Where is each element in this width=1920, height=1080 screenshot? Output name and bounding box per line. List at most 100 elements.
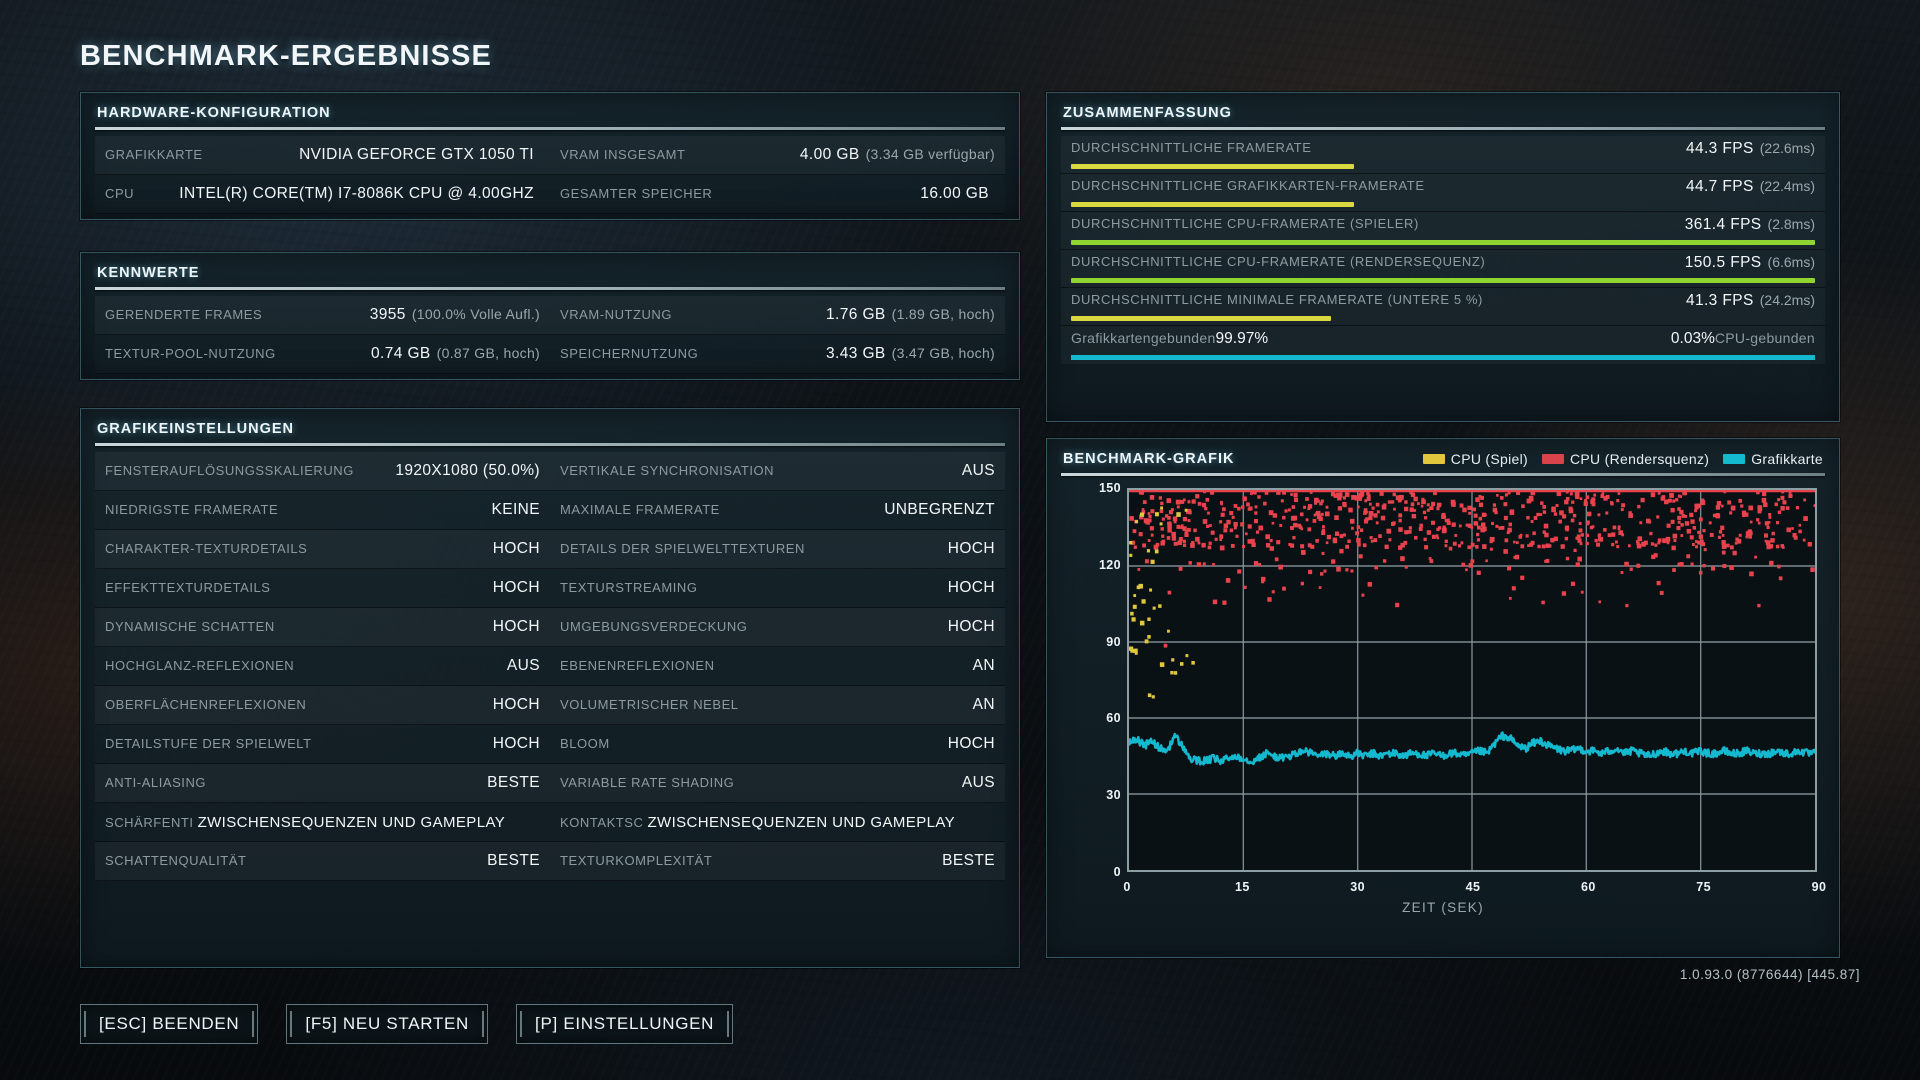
metrics-panel-title: KENNWERTE bbox=[97, 265, 200, 281]
settings-row[interactable]: CHARAKTER-TEXTURDETAILS HOCH DETAILS DER S… bbox=[95, 530, 1005, 569]
summary-row: DURCHSCHNITTLICHE CPU-FRAMERATE (RENDERS… bbox=[1061, 250, 1825, 288]
setting-label: BLOOM bbox=[560, 736, 610, 751]
x-tick-label: 45 bbox=[1465, 880, 1481, 894]
row-value: 4.00 GB bbox=[799, 146, 860, 163]
setting-value: BESTE bbox=[942, 852, 995, 869]
setting-label: DETAILSTUFE DER SPIELWELT bbox=[105, 736, 312, 751]
row-value: NVIDIA GEFORCE GTX 1050 TI bbox=[299, 146, 534, 163]
summary-fps-value: 44.3 FPS bbox=[1685, 140, 1754, 157]
summary-label: DURCHSCHNITTLICHE MINIMALE FRAMERATE (UN… bbox=[1071, 292, 1483, 307]
legend-item: Grafikkarte bbox=[1723, 451, 1823, 467]
row-subvalue: (3.34 GB verfügbar) bbox=[865, 146, 995, 162]
summary-label: DURCHSCHNITTLICHE FRAMERATE bbox=[1071, 140, 1312, 155]
setting-value: AUS bbox=[961, 462, 995, 479]
summary-frametime: (2.8ms) bbox=[1767, 216, 1815, 232]
metrics-rows: GERENDERTE FRAMES 3955 (100.0% Volle Aufl.… bbox=[95, 296, 1005, 374]
x-tick-label: 0 bbox=[1123, 880, 1131, 894]
setting-label: DETAILS DER SPIELWELTTEXTUREN bbox=[560, 541, 805, 556]
settings-row[interactable]: SCHATTENQUALITÄT BESTE TEXTURKOMPLEXITÄT BE… bbox=[95, 842, 1005, 881]
summary-frametime: (24.2ms) bbox=[1759, 292, 1815, 308]
setting-value: HOCH bbox=[492, 618, 540, 635]
settings-row[interactable]: NIEDRIGSTE FRAMERATE KEINE MAXIMALE FRAMER… bbox=[95, 491, 1005, 530]
row-label: GERENDERTE FRAMES bbox=[105, 307, 263, 322]
footer-button-3[interactable]: [P] EINSTELLUNGEN bbox=[516, 1004, 734, 1044]
summary-value-wrap: 44.7 FPS (22.4ms) bbox=[1686, 178, 1815, 196]
x-axis-label: ZEIT (SEK) bbox=[1402, 900, 1484, 915]
row-subvalue: (0.87 GB, hoch) bbox=[436, 345, 540, 361]
summary-bar bbox=[1071, 316, 1332, 321]
settings-row[interactable]: SCHÄRFENTI ZWISCHENSEQUENZEN UND GAMEPLAY… bbox=[95, 803, 1005, 842]
benchmark-graph-panel: BENCHMARK-GRAFIK CPU (Spiel) CPU (Renders… bbox=[1046, 438, 1840, 958]
setting-label: TEXTURKOMPLEXITÄT bbox=[560, 853, 713, 868]
cpu-bound-label: CPU-gebunden bbox=[1714, 330, 1815, 346]
settings-row[interactable]: FENSTERAUFLÖSUNGSSKALIERUNG 1920X1080 (50… bbox=[95, 452, 1005, 491]
setting-label: SCHÄRFENTI bbox=[105, 814, 194, 830]
setting-label: UMGEBUNGSVERDECKUNG bbox=[560, 619, 748, 634]
setting-value: BESTE bbox=[487, 852, 540, 869]
settings-row[interactable]: DETAILSTUFE DER SPIELWELT HOCH BLOOM HOCH bbox=[95, 725, 1005, 764]
table-row: GERENDERTE FRAMES 3955 (100.0% Volle Aufl.… bbox=[95, 296, 1005, 335]
setting-value: 1920X1080 (50.0%) bbox=[395, 462, 540, 479]
y-tick-label: 90 bbox=[1106, 634, 1121, 649]
summary-value-wrap: 41.3 FPS (24.2ms) bbox=[1686, 292, 1815, 310]
y-tick-label: 0 bbox=[1113, 865, 1121, 879]
chart-plot-area: FRAMERATE (FPS) 0306090120150 0153045607… bbox=[1061, 481, 1827, 930]
row-value: INTEL(R) CORE(TM) I7-8086K CPU @ 4.00GHZ bbox=[179, 185, 534, 202]
x-tick-label: 90 bbox=[1811, 880, 1827, 894]
summary-fps-value: 44.7 FPS bbox=[1685, 178, 1754, 195]
row-value: 3.43 GB bbox=[826, 345, 886, 362]
row-label: GESAMTER SPEICHER bbox=[560, 186, 713, 201]
setting-label: TEXTURSTREAMING bbox=[560, 580, 698, 595]
footer-button-2[interactable]: [F5] NEU STARTEN bbox=[286, 1004, 489, 1044]
hardware-panel-title: HARDWARE-KONFIGURATION bbox=[97, 105, 331, 121]
graphics-settings-panel: GRAFIKEINSTELLUNGEN FENSTERAUFLÖSUNGSSKA… bbox=[80, 408, 1020, 968]
setting-label: MAXIMALE FRAMERATE bbox=[560, 502, 720, 517]
settings-row[interactable]: EFFEKTTEXTURDETAILS HOCH TEXTURSTREAMING HO… bbox=[95, 569, 1005, 608]
table-row: GRAFIKKARTE NVIDIA GEFORCE GTX 1050 TI VRA… bbox=[95, 136, 1005, 175]
row-value: 16.00 GB bbox=[920, 185, 989, 202]
version-string: 1.0.93.0 (8776644) [445.87] bbox=[1679, 967, 1860, 982]
setting-label: KONTAKTSC bbox=[560, 814, 644, 830]
settings-row[interactable]: DYNAMISCHE SCHATTEN HOCH UMGEBUNGSVERDECKU… bbox=[95, 608, 1005, 647]
summary-value-wrap: 361.4 FPS (2.8ms) bbox=[1685, 216, 1815, 234]
y-tick-label: 60 bbox=[1106, 711, 1121, 726]
chart-svg bbox=[1127, 489, 1817, 870]
x-tick-label: 60 bbox=[1580, 880, 1596, 894]
gpu-bound-label: Grafikkartengebunden bbox=[1071, 330, 1216, 346]
setting-label: SCHATTENQUALITÄT bbox=[105, 853, 247, 868]
panel-divider bbox=[95, 287, 1005, 290]
setting-value: AN bbox=[972, 696, 995, 713]
footer-button-1[interactable]: [ESC] BEENDEN bbox=[80, 1004, 259, 1044]
panel-divider bbox=[1061, 473, 1825, 476]
legend-label: CPU (Rendersquenz) bbox=[1570, 451, 1710, 467]
settings-row[interactable]: HOCHGLANZ-REFLEXIONEN AUS EBENENREFLEXIONE… bbox=[95, 647, 1005, 686]
setting-value: HOCH bbox=[492, 696, 540, 713]
bound-summary-row: Grafikkartengebunden99.97% 0.03%CPU-gebu… bbox=[1061, 326, 1825, 364]
bound-progress-track bbox=[1071, 355, 1815, 360]
setting-value: HOCH bbox=[947, 618, 995, 635]
x-tick-label: 30 bbox=[1350, 880, 1366, 894]
settings-row[interactable]: ANTI-ALIASING BESTE VARIABLE RATE SHADING A… bbox=[95, 764, 1005, 803]
summary-value-wrap: 44.3 FPS (22.6ms) bbox=[1686, 140, 1815, 158]
summary-frametime: (22.6ms) bbox=[1759, 140, 1815, 156]
panel-divider bbox=[1061, 127, 1825, 130]
setting-label: DYNAMISCHE SCHATTEN bbox=[105, 619, 275, 634]
x-tick-label: 75 bbox=[1696, 880, 1712, 894]
graph-panel-title: BENCHMARK-GRAFIK bbox=[1063, 451, 1235, 467]
cpu-bound-value: 0.03% bbox=[1670, 330, 1715, 347]
legend-item: CPU (Rendersquenz) bbox=[1542, 451, 1709, 467]
summary-bar bbox=[1071, 202, 1354, 207]
y-tick-label: 150 bbox=[1098, 481, 1121, 495]
gpu-bound-value: 99.97% bbox=[1215, 330, 1269, 347]
page-title: BENCHMARK-ERGEBNISSE bbox=[80, 40, 492, 72]
setting-value: HOCH bbox=[492, 579, 540, 596]
setting-value: ZWISCHENSEQUENZEN UND GAMEPLAY bbox=[197, 813, 506, 831]
graphics-panel-title: GRAFIKEINSTELLUNGEN bbox=[97, 421, 295, 437]
panel-divider bbox=[95, 443, 1005, 446]
row-value: 0.74 GB bbox=[371, 345, 431, 362]
row-label: SPEICHERNUTZUNG bbox=[560, 346, 699, 361]
graphics-settings-rows: FENSTERAUFLÖSUNGSSKALIERUNG 1920X1080 (50… bbox=[95, 452, 1005, 881]
settings-row[interactable]: OBERFLÄCHENREFLEXIONEN HOCH VOLUMETRISCHER… bbox=[95, 686, 1005, 725]
hardware-rows: GRAFIKKARTE NVIDIA GEFORCE GTX 1050 TI VRA… bbox=[95, 136, 1005, 214]
setting-label: VOLUMETRISCHER NEBEL bbox=[560, 697, 739, 712]
